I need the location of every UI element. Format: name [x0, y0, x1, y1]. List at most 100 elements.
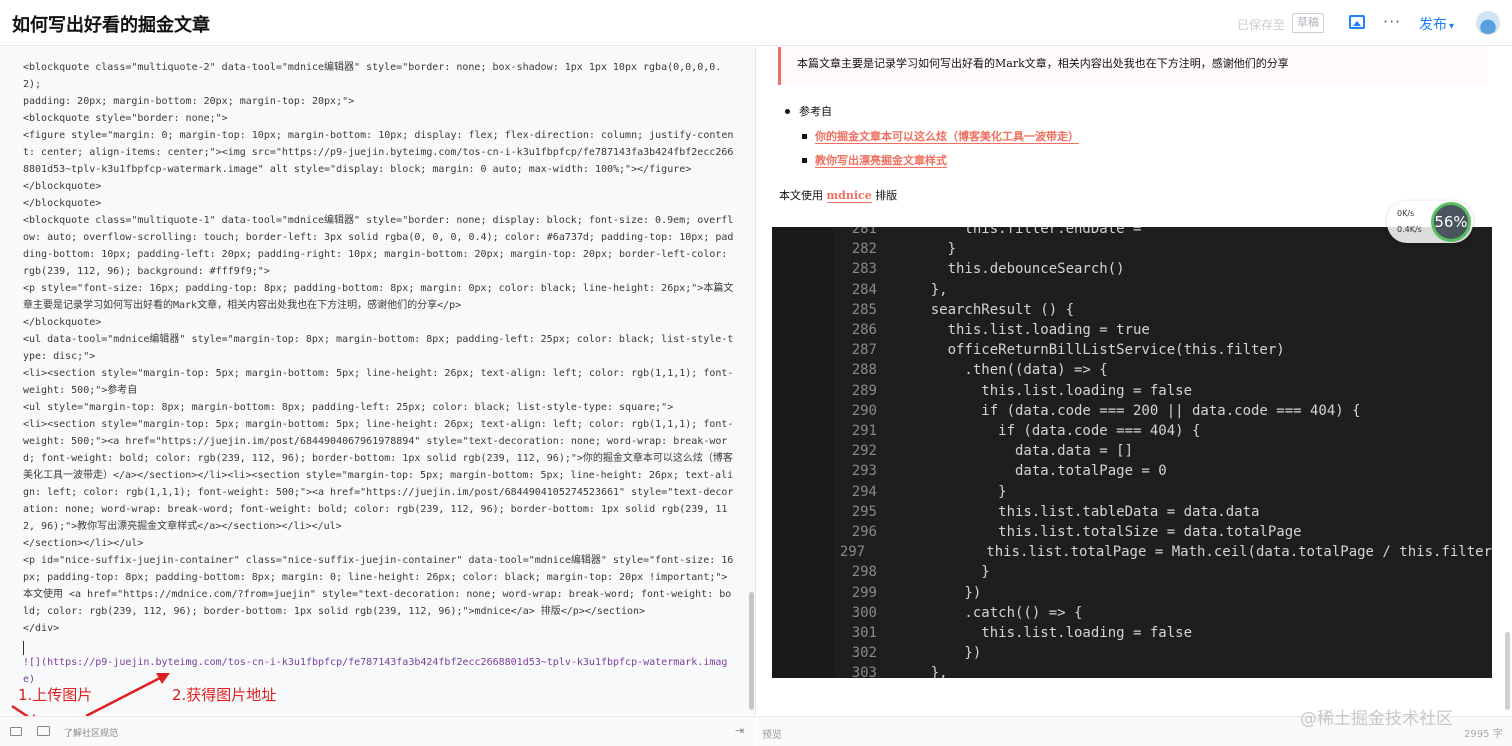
- line-number: 302: [851, 645, 877, 662]
- code-line: 286 this.list.loading = true: [772, 320, 1492, 340]
- reference-link-2[interactable]: 教你写出漂亮掘金文章样式: [815, 154, 947, 168]
- article-title[interactable]: 如何写出好看的掘金文章: [12, 11, 210, 37]
- code-line: 295 this.list.tableData = data.data: [772, 502, 1492, 522]
- code-text: },: [897, 281, 948, 298]
- code-text: }): [897, 584, 982, 601]
- editor-line[interactable]: </blockquote>: [23, 178, 735, 195]
- editor-line[interactable]: padding: 20px; margin-bottom: 20px; marg…: [23, 93, 735, 110]
- code-text: .then((data) => {: [897, 362, 1108, 379]
- code-text: }): [897, 645, 982, 662]
- code-line: 301 this.list.loading = false: [772, 623, 1492, 643]
- editor-line[interactable]: <p style="font-size: 16px; padding-top: …: [23, 280, 735, 314]
- markdown-editor[interactable]: <blockquote class="multiquote-2" data-to…: [0, 47, 756, 715]
- publish-button[interactable]: 发布 ▾: [1419, 14, 1454, 34]
- code-line: 299 }): [772, 583, 1492, 603]
- code-text: this.list.tableData = data.data: [897, 503, 1260, 520]
- preview-label: 预览: [762, 730, 782, 741]
- mdnice-link[interactable]: mdnice: [826, 189, 872, 203]
- code-line: 283 this.debounceSearch(): [772, 259, 1492, 279]
- editor-content[interactable]: <blockquote class="multiquote-2" data-to…: [23, 59, 735, 688]
- upload-speed: 0K/s: [1397, 209, 1415, 218]
- suffix-pre: 本文使用: [779, 189, 823, 202]
- usage-percent: 56%: [1431, 202, 1471, 242]
- code-text: this.debounceSearch(): [897, 261, 1125, 278]
- code-text: this.filter.endDate =: [897, 227, 1142, 237]
- editor-footer: 了解社区规范 ⇥: [0, 716, 756, 746]
- editor-line[interactable]: <figure style="margin: 0; margin-top: 10…: [23, 127, 735, 178]
- editor-line[interactable]: <ul data-tool="mdnice编辑器" style="margin-…: [23, 331, 735, 365]
- download-speed: 0.4K/s: [1397, 225, 1422, 234]
- markdown-icon[interactable]: [10, 727, 22, 736]
- draft-button[interactable]: 草稿: [1292, 13, 1324, 33]
- code-text: this.list.loading = true: [897, 322, 1150, 339]
- line-number: 294: [851, 483, 877, 500]
- editor-line[interactable]: <blockquote style="border: none;">: [23, 110, 735, 127]
- code-text: searchResult () {: [897, 301, 1075, 318]
- line-number: 299: [851, 584, 877, 601]
- reference-item: 你的掘金文章本可以这么炫（博客美化工具一波带走）: [785, 125, 1079, 149]
- code-text: if (data.code === 404) {: [897, 423, 1201, 440]
- editor-line[interactable]: </blockquote>: [23, 314, 735, 331]
- code-text: if (data.code === 200 || data.code === 4…: [897, 402, 1361, 419]
- code-line: 285 searchResult () {: [772, 300, 1492, 320]
- line-number: 283: [851, 261, 877, 278]
- code-line: 291 if (data.code === 404) {: [772, 421, 1492, 441]
- code-line: 296 this.list.totalSize = data.totalPage: [772, 522, 1492, 542]
- watermark: @稀土掘金技术社区: [1300, 709, 1453, 729]
- code-line: 294 }: [772, 482, 1492, 502]
- arrow-2: [85, 676, 161, 718]
- reference-item: 教你写出漂亮掘金文章样式: [785, 149, 1079, 173]
- code-text: data.data = []: [897, 443, 1134, 460]
- preview-blockquote: 本篇文章主要是记录学习如何写出好看的Mark文章，相关内容出处我也在下方注明，感…: [778, 47, 1488, 85]
- code-line: 281 this.filter.endDate =: [772, 227, 1492, 239]
- editor-line[interactable]: </section></li></ul>: [23, 535, 735, 552]
- reference-title: 参考自: [785, 99, 1079, 125]
- publish-label: 发布: [1419, 17, 1447, 33]
- code-line: 289 this.list.loading = false: [772, 381, 1492, 401]
- upload-image-icon[interactable]: [37, 726, 50, 736]
- code-line: 290 if (data.code === 200 || data.code =…: [772, 401, 1492, 421]
- line-number: 284: [851, 281, 877, 298]
- community-guidelines-link[interactable]: 了解社区规范: [64, 726, 118, 739]
- editor-line[interactable]: <blockquote class="multiquote-2" data-to…: [23, 59, 735, 93]
- line-number: 303: [851, 665, 877, 678]
- code-line: 298 }: [772, 562, 1492, 582]
- editor-line[interactable]: <p id="nice-suffix-juejin-container" cla…: [23, 552, 735, 620]
- code-lines: 281 this.filter.endDate = 282 } 283 this.d…: [772, 227, 1492, 678]
- line-number: 301: [851, 625, 877, 642]
- sync-scroll-icon[interactable]: ⇥: [735, 724, 744, 737]
- annotation-arrows: [11, 673, 170, 720]
- avatar[interactable]: [1476, 11, 1500, 35]
- suffix-post: 排版: [875, 189, 898, 202]
- code-line: 300 .catch(() => {: [772, 603, 1492, 623]
- preview-suffix: 本文使用 mdnice 排版: [779, 187, 897, 203]
- code-text: .catch(() => {: [897, 604, 1083, 621]
- editor-line[interactable]: <li><section style="margin-top: 5px; mar…: [23, 365, 735, 399]
- line-number: 281: [851, 227, 877, 237]
- line-number: 287: [851, 342, 877, 359]
- top-bar: 如何写出好看的掘金文章 已保存至 草稿 ··· 发布 ▾: [0, 0, 1512, 46]
- code-line: 288 .then((data) => {: [772, 360, 1492, 380]
- editor-line[interactable]: <ul style="margin-top: 8px; margin-botto…: [23, 399, 735, 416]
- annotation-upload: 1.上传图片: [18, 686, 93, 704]
- code-text: this.list.totalSize = data.totalPage: [897, 524, 1302, 541]
- preview-reference-list: 参考自 你的掘金文章本可以这么炫（博客美化工具一波带走） 教你写出漂亮掘金文章样…: [785, 99, 1079, 173]
- code-text: this.list.loading = false: [897, 625, 1193, 642]
- line-number: 286: [851, 322, 877, 339]
- editor-line[interactable]: <blockquote class="multiquote-1" data-to…: [23, 212, 735, 280]
- save-status: 已保存至: [1237, 18, 1286, 32]
- code-screenshot-image: 281 this.filter.endDate = 282 } 283 this.d…: [772, 227, 1492, 678]
- reference-link-1[interactable]: 你的掘金文章本可以这么炫（博客美化工具一波带走）: [815, 130, 1079, 144]
- preview-scrollbar[interactable]: [1505, 632, 1510, 710]
- editor-line[interactable]: </div>: [23, 620, 735, 637]
- image-icon[interactable]: [1349, 15, 1365, 29]
- network-speed-widget[interactable]: 0K/s 0.4K/s 56%: [1387, 201, 1473, 243]
- line-number: 289: [851, 382, 877, 399]
- editor-line[interactable]: <li><section style="margin-top: 5px; mar…: [23, 416, 735, 535]
- code-line: 292 data.data = []: [772, 441, 1492, 461]
- code-line: 282 }: [772, 239, 1492, 259]
- editor-line[interactable]: </blockquote>: [23, 195, 735, 212]
- line-number: 297: [839, 544, 866, 561]
- code-text: }: [897, 564, 990, 581]
- more-icon[interactable]: ···: [1383, 12, 1401, 31]
